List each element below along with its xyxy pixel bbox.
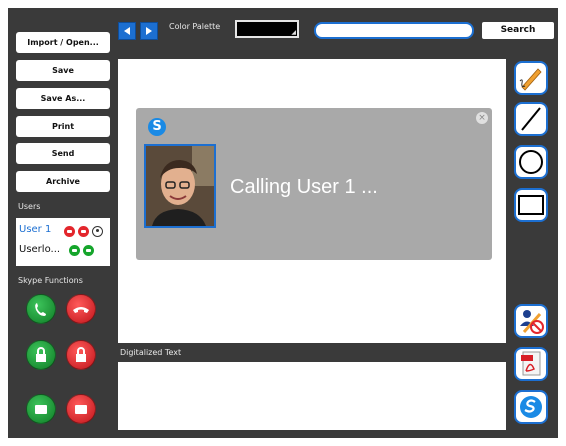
send-button[interactable]: Send — [16, 143, 110, 164]
import-open-button[interactable]: Import / Open... — [16, 32, 110, 53]
skype-functions-label: Skype Functions — [18, 276, 83, 285]
users-label: Users — [18, 202, 41, 211]
user1-hangup-icon[interactable] — [64, 226, 75, 237]
caller-photo — [146, 146, 214, 226]
rectangle-icon — [518, 195, 544, 215]
save-button[interactable]: Save — [16, 60, 110, 81]
digitalized-text-label: Digitalized Text — [120, 348, 182, 357]
pdf-icon — [521, 351, 541, 376]
calling-status-text: Calling User 1 ... — [230, 176, 378, 198]
users-list: User 1 Userlo... — [16, 218, 110, 266]
rectangle-tool-button[interactable] — [514, 188, 548, 222]
phone-icon — [35, 303, 46, 316]
color-palette-label: Color Palette — [169, 22, 221, 31]
next-button[interactable] — [140, 22, 158, 40]
color-palette-swatch[interactable]: ◢ — [235, 20, 299, 38]
video-icon — [75, 405, 87, 414]
save-as-button[interactable]: Save As... — [16, 88, 110, 109]
line-tool-button[interactable] — [514, 102, 548, 136]
search-button[interactable]: Search — [482, 22, 554, 39]
triangle-right-icon — [146, 27, 152, 35]
lock-button[interactable] — [26, 340, 56, 370]
search-input[interactable] — [314, 22, 474, 39]
call-button[interactable] — [26, 294, 56, 324]
lock-icon — [76, 347, 86, 362]
circle-icon — [519, 150, 543, 174]
hangup-button[interactable] — [66, 294, 96, 324]
pdf-export-button[interactable] — [514, 347, 548, 381]
prev-button[interactable] — [118, 22, 136, 40]
user1-video-icon[interactable] — [78, 226, 89, 237]
user-item-name[interactable]: User 1 — [19, 224, 51, 235]
call-overlay: S × Calling User 1 ... — [136, 108, 492, 260]
line-icon — [521, 107, 541, 131]
skype-icon: S — [148, 118, 166, 136]
user-disable-tool-button[interactable] — [514, 304, 548, 338]
triangle-left-icon — [124, 27, 130, 35]
app-window: Color Palette ◢ Search Import / Open... … — [8, 8, 558, 438]
digitalized-text-area[interactable] — [118, 362, 506, 430]
video-icon — [35, 405, 47, 414]
avatar — [144, 144, 216, 228]
pencil-icon — [519, 68, 542, 91]
archive-button[interactable]: Archive — [16, 171, 110, 192]
pencil-tool-button[interactable] — [514, 61, 548, 95]
skype-tool-button[interactable] — [514, 390, 548, 424]
user2-video-icon[interactable] — [83, 245, 94, 256]
user-no-icon — [520, 310, 544, 334]
user1-lock-icon[interactable] — [92, 226, 103, 237]
lock-icon — [36, 347, 46, 362]
hangup-icon — [73, 307, 89, 313]
skype-icon — [520, 396, 542, 418]
video-on-button[interactable] — [26, 394, 56, 424]
dropdown-corner-icon: ◢ — [291, 29, 296, 36]
user-item-name[interactable]: Userlo... — [19, 244, 60, 255]
video-off-button[interactable] — [66, 394, 96, 424]
print-button[interactable]: Print — [16, 116, 110, 137]
circle-tool-button[interactable] — [514, 145, 548, 179]
user2-call-icon[interactable] — [69, 245, 80, 256]
close-icon[interactable]: × — [476, 112, 488, 124]
unlock-button[interactable] — [66, 340, 96, 370]
